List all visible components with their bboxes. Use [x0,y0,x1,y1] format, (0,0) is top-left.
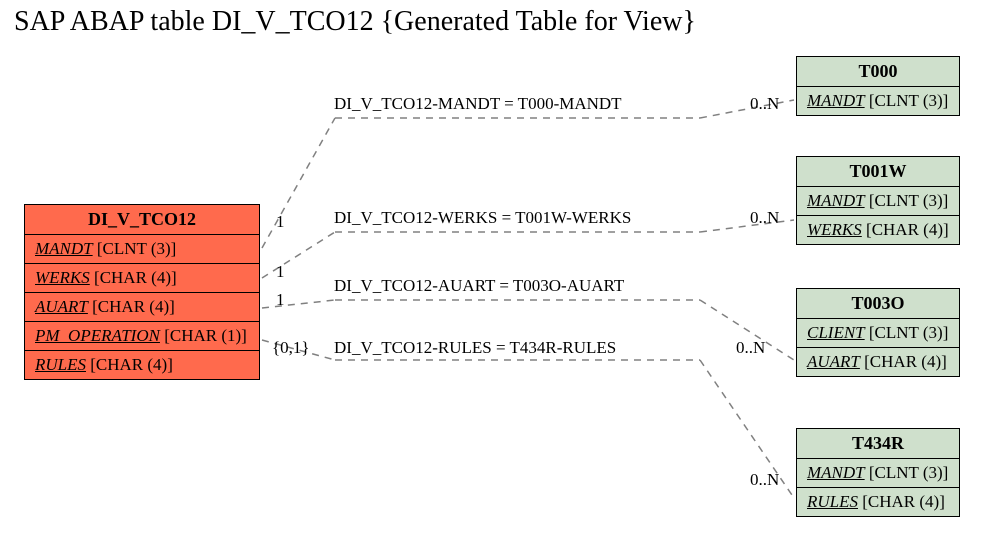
field-name: AUART [35,297,88,316]
field-type: [CLNT (3)] [869,323,948,342]
cardinality-left: 1 [276,262,285,282]
entity-t434r: T434R MANDT [CLNT (3)] RULES [CHAR (4)] [796,428,960,517]
entity-di-v-tco12: DI_V_TCO12 MANDT [CLNT (3)] WERKS [CHAR … [24,204,260,380]
entity-header: T434R [797,429,959,459]
field-type: [CLNT (3)] [869,191,948,210]
field-name: MANDT [807,191,865,210]
entity-field: WERKS [CHAR (4)] [25,264,259,293]
entity-header: T001W [797,157,959,187]
page-title: SAP ABAP table DI_V_TCO12 {Generated Tab… [14,6,696,38]
entity-field: MANDT [CLNT (3)] [25,235,259,264]
field-type: [CLNT (3)] [97,239,176,258]
entity-header: DI_V_TCO12 [25,205,259,235]
field-name: RULES [807,492,858,511]
entity-field: RULES [CHAR (4)] [797,488,959,516]
field-type: [CLNT (3)] [869,91,948,110]
entity-header: T000 [797,57,959,87]
entity-field: AUART [CHAR (4)] [797,348,959,376]
entity-field: RULES [CHAR (4)] [25,351,259,379]
entity-field: MANDT [CLNT (3)] [797,459,959,488]
entity-field: WERKS [CHAR (4)] [797,216,959,244]
field-name: PM_OPERATION [35,326,160,345]
entity-field: MANDT [CLNT (3)] [797,187,959,216]
field-name: AUART [807,352,860,371]
field-type: [CHAR (4)] [864,352,947,371]
entity-t000: T000 MANDT [CLNT (3)] [796,56,960,116]
cardinality-left: 1 [276,290,285,310]
field-type: [CHAR (4)] [862,492,945,511]
field-type: [CHAR (4)] [92,297,175,316]
cardinality-left: {0,1} [272,338,310,358]
entity-t001w: T001W MANDT [CLNT (3)] WERKS [CHAR (4)] [796,156,960,245]
field-name: MANDT [807,91,865,110]
field-name: MANDT [35,239,93,258]
field-type: [CHAR (4)] [90,355,173,374]
relation-label: DI_V_TCO12-AUART = T003O-AUART [334,276,624,296]
field-name: RULES [35,355,86,374]
field-name: WERKS [35,268,90,287]
field-name: WERKS [807,220,862,239]
field-name: MANDT [807,463,865,482]
entity-field: AUART [CHAR (4)] [25,293,259,322]
relation-label: DI_V_TCO12-RULES = T434R-RULES [334,338,616,358]
field-type: [CHAR (4)] [866,220,949,239]
relation-label: DI_V_TCO12-MANDT = T000-MANDT [334,94,622,114]
cardinality-right: 0..N [750,470,779,490]
cardinality-right: 0..N [736,338,765,358]
field-type: [CHAR (4)] [94,268,177,287]
entity-field: CLIENT [CLNT (3)] [797,319,959,348]
cardinality-left: 1 [276,212,285,232]
entity-header: T003O [797,289,959,319]
field-type: [CLNT (3)] [869,463,948,482]
relation-label: DI_V_TCO12-WERKS = T001W-WERKS [334,208,631,228]
entity-t003o: T003O CLIENT [CLNT (3)] AUART [CHAR (4)] [796,288,960,377]
cardinality-right: 0..N [750,208,779,228]
entity-field: PM_OPERATION [CHAR (1)] [25,322,259,351]
cardinality-right: 0..N [750,94,779,114]
entity-field: MANDT [CLNT (3)] [797,87,959,115]
field-name: CLIENT [807,323,865,342]
field-type: [CHAR (1)] [164,326,247,345]
